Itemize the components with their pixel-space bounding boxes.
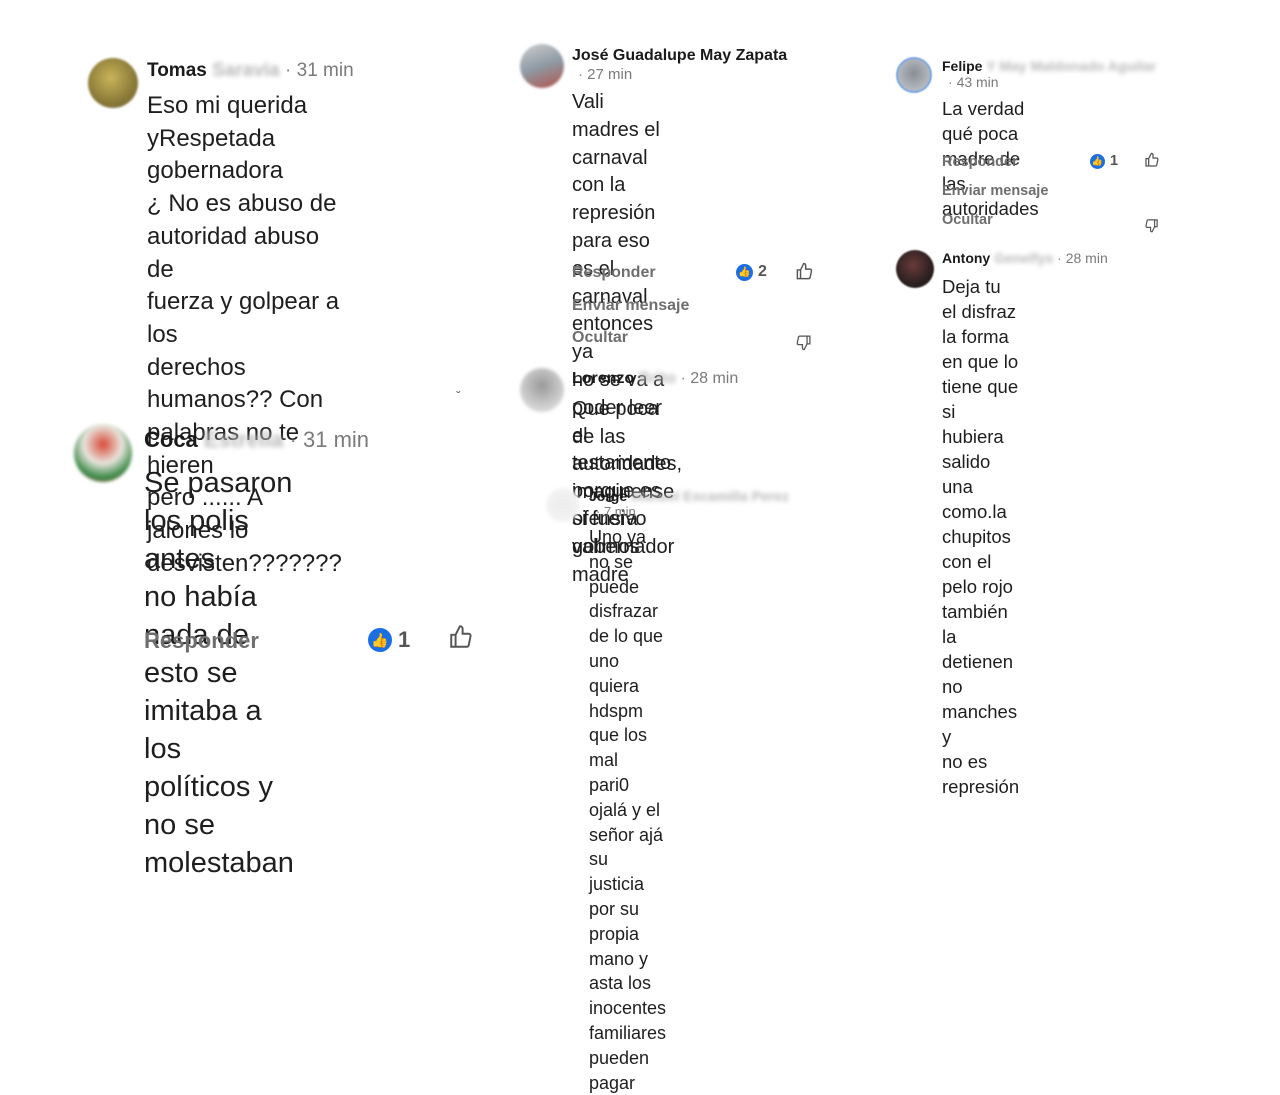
reply-button[interactable]: Responder [942, 154, 1018, 170]
hide-button[interactable]: Ocultar [572, 329, 628, 347]
like-count-value: 2 [758, 263, 767, 280]
like-count-value: 1 [1110, 153, 1119, 169]
comment-meta: · 27 min [578, 66, 632, 83]
comment-header: Tomas Saravia · 31 min [147, 60, 354, 82]
timestamp: 27 min [587, 66, 633, 83]
author-name-hidden: Estrella [203, 427, 284, 452]
timestamp: 28 min [690, 370, 739, 387]
comment-text: Uno ya no se puede disfrazar de lo que u… [589, 527, 667, 1093]
timestamp: 7 min [603, 504, 636, 519]
timestamp: 43 min [956, 74, 999, 90]
author-name-hidden: Saravia [212, 60, 280, 81]
timestamp: 31 min [303, 427, 370, 452]
thumbs-down-icon[interactable] [1144, 218, 1159, 238]
comment-header: Jorge Manuel Escamilla Perez [589, 488, 789, 504]
author-name-hidden: Manuel Escamilla Perez [631, 488, 789, 504]
author-name-hidden: Genelfys [994, 250, 1054, 266]
thumbs-up-icon[interactable] [1144, 152, 1160, 173]
comment-header: Antony Genelfys · 28 min [942, 250, 1108, 266]
avatar[interactable] [520, 368, 564, 412]
comment-meta: · 43 min [948, 74, 999, 90]
hide-button[interactable]: Ocultar [942, 212, 993, 228]
avatar[interactable] [546, 488, 580, 522]
like-count-value: 1 [398, 627, 411, 652]
like-count[interactable]: 👍 2 [736, 263, 767, 281]
timestamp: 28 min [1065, 250, 1108, 266]
comment-header: José Guadalupe May Zapata [572, 47, 787, 65]
reply-button[interactable]: Responder [572, 264, 656, 282]
thumbs-up-icon[interactable] [795, 262, 814, 286]
comment-header: Felipe Y May Maldonado Aguilar [942, 58, 1156, 74]
separator-dot: · [948, 74, 953, 90]
like-badge-icon: 👍 [736, 263, 753, 281]
separator-dot: · [1057, 250, 1062, 266]
comment-text: Se pasaron los polis antes no había nada… [144, 467, 294, 879]
avatar[interactable] [88, 58, 138, 108]
avatar[interactable] [896, 250, 934, 288]
author-name[interactable]: Lorenzo [572, 370, 634, 387]
separator-dot: · [680, 370, 686, 387]
avatar[interactable] [74, 424, 132, 482]
comment-text: Deja tu el disfraz la forma en que lo ti… [942, 276, 1020, 797]
author-name[interactable]: Tomas [147, 60, 207, 81]
comment-meta: · 7 min [596, 504, 636, 519]
separator-dot: · [289, 427, 297, 452]
author-name[interactable]: José Guadalupe May Zapata [572, 47, 787, 64]
separator-dot: · [285, 60, 292, 81]
like-badge-icon: 👍 [368, 628, 392, 652]
separator-dot: · [578, 66, 583, 83]
avatar[interactable] [520, 44, 564, 88]
send-message-button[interactable]: Enviar mensaje [572, 297, 689, 315]
author-name[interactable]: Felipe [942, 58, 982, 74]
send-message-button[interactable]: Enviar mensaje [942, 183, 1048, 199]
thumbs-down-icon[interactable] [795, 334, 812, 356]
like-count[interactable]: 👍 1 [1090, 153, 1118, 169]
like-badge-icon: 👍 [1090, 153, 1105, 169]
avatar[interactable] [896, 57, 932, 93]
thumbs-up-icon[interactable] [448, 624, 474, 655]
author-name[interactable]: Jorge [589, 488, 627, 504]
author-name[interactable]: Antony [942, 250, 990, 266]
comment-header: Lorenzo Brito · 28 min [572, 370, 738, 388]
reply-button[interactable]: Responder [144, 628, 259, 654]
timestamp: 31 min [296, 60, 354, 81]
comment-header: Coca Estrella · 31 min [144, 427, 369, 453]
author-name[interactable]: Coca [144, 427, 198, 452]
author-name-hidden: Brito [638, 370, 676, 387]
separator-dot: · [596, 504, 601, 519]
like-count[interactable]: 👍 1 [368, 627, 410, 653]
chevron-down-icon[interactable]: ˇ [456, 388, 461, 404]
author-name-hidden: Y May Maldonado Aguilar [986, 58, 1156, 74]
